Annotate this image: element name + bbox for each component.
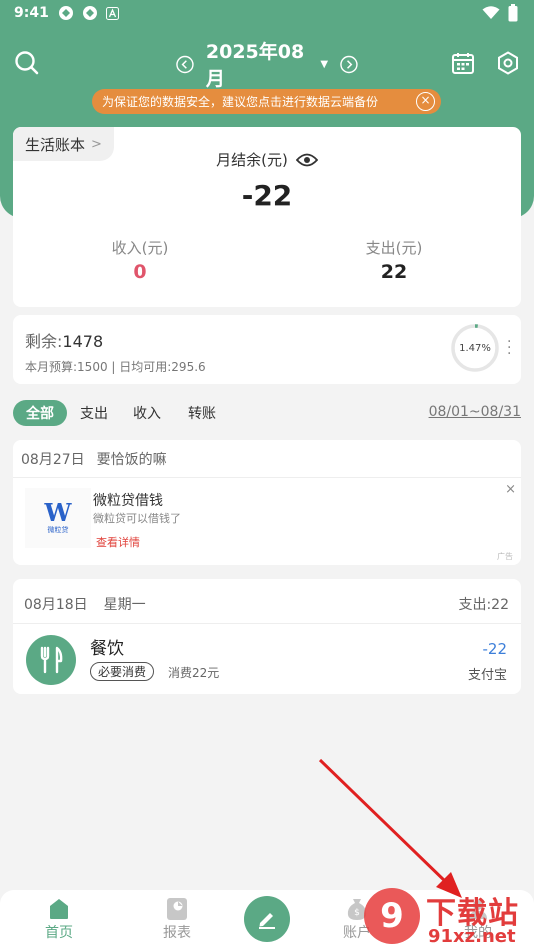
tab-income[interactable]: 收入 xyxy=(128,400,166,426)
remaining-value: 1478 xyxy=(62,332,104,351)
balance-value: -22 xyxy=(241,179,293,212)
watermark-url: 91xz.net xyxy=(428,926,516,947)
ad-card[interactable]: 08月27日 要恰饭的嘛 W 微粒贷 微粒贷借钱 微粒贷可以借钱了 查看详情 ×… xyxy=(13,440,521,565)
current-month[interactable]: 2025年08月 xyxy=(206,37,317,91)
transaction-account: 支付宝 xyxy=(467,668,507,683)
dining-icon xyxy=(26,635,76,685)
remaining-label: 剩余: xyxy=(25,332,63,351)
pencil-icon xyxy=(259,913,275,929)
income-value: 0 xyxy=(133,261,147,283)
wifi-icon xyxy=(482,6,500,19)
tab-all[interactable]: 全部 xyxy=(13,400,67,426)
nav-reports[interactable]: 报表 xyxy=(137,896,217,942)
report-icon xyxy=(164,896,190,922)
next-month-icon[interactable] xyxy=(340,55,358,74)
status-bar: 9:41 xyxy=(0,0,534,28)
date-range-selector[interactable]: 08/01~08/31 xyxy=(429,404,521,420)
ad-close-icon[interactable]: × xyxy=(505,482,516,497)
watermark-logo: 9 xyxy=(364,888,420,944)
font-notification-icon xyxy=(106,6,119,20)
settings-button[interactable] xyxy=(493,48,523,78)
transaction-amount: -22 xyxy=(482,640,508,658)
budget-card[interactable]: 剩余:1478 本月预算:1500 | 日均可用:295.6 1.47% · · · xyxy=(13,315,521,384)
more-options-icon[interactable]: · · · xyxy=(507,335,511,361)
app-notification-icon xyxy=(59,6,73,20)
income-label: 收入(元) xyxy=(111,239,169,257)
transaction-day-total: 支出:22 xyxy=(458,597,509,613)
calendar-icon xyxy=(452,53,474,74)
ad-details-link[interactable]: 查看详情 xyxy=(96,534,140,550)
transaction-category: 餐饮 xyxy=(90,639,124,659)
add-record-button[interactable] xyxy=(244,896,290,942)
transaction-date-row: 08月18日 星期一 xyxy=(24,594,146,614)
balance-label: 月结余(元) xyxy=(216,151,288,169)
transaction-group: 08月18日 星期一 支出:22 餐饮 必要消费 消费22元 -22 支付宝 xyxy=(13,579,521,694)
ad-date-row: 08月27日 要恰饭的嘛 xyxy=(21,449,167,469)
settings-icon xyxy=(498,51,518,75)
notice-close-icon[interactable]: × xyxy=(416,92,435,111)
balance-label-row: 月结余(元) xyxy=(13,149,521,170)
divider xyxy=(13,623,521,624)
battery-icon xyxy=(508,4,518,22)
ad-logo-sub: 微粒贷 xyxy=(47,526,69,534)
transaction-note: 消费22元 xyxy=(168,666,220,680)
month-selector: 2025年08月 ▼ xyxy=(176,41,358,90)
prev-month-icon[interactable] xyxy=(176,55,194,74)
budget-percent: 1.47% xyxy=(459,342,491,354)
nav-home-label: 首页 xyxy=(45,925,73,941)
nav-home[interactable]: 首页 xyxy=(19,896,99,942)
calendar-button[interactable] xyxy=(448,48,478,78)
expense-label: 支出(元) xyxy=(365,239,423,257)
transaction-weekday: 星期一 xyxy=(103,597,146,613)
budget-detail: 本月预算:1500 | 日均可用:295.6 xyxy=(25,360,206,374)
status-time: 9:41 xyxy=(14,5,49,21)
summary-card: 生活账本 > 月结余(元) -22 收入(元) 0 支出(元) 22 xyxy=(13,127,521,307)
ad-logo: W 微粒贷 xyxy=(25,488,91,548)
ad-description: 微粒贷可以借钱了 xyxy=(93,512,181,525)
transaction-tag: 必要消费 xyxy=(90,662,155,681)
backup-notice[interactable]: 为保证您的数据安全，建议您点击进行数据云端备份 × xyxy=(92,89,441,114)
app-notification-icon xyxy=(83,6,97,20)
divider xyxy=(13,477,521,478)
backup-notice-text: 为保证您的数据安全，建议您点击进行数据云端备份 xyxy=(102,95,379,109)
home-icon xyxy=(46,896,72,922)
ad-date-note: 要恰饭的嘛 xyxy=(96,452,167,468)
status-notifications xyxy=(58,5,119,21)
tab-expense[interactable]: 支出 xyxy=(75,400,113,426)
expense-value: 22 xyxy=(380,261,408,283)
tab-transfer[interactable]: 转账 xyxy=(183,400,221,426)
svg-text:$: $ xyxy=(354,908,360,918)
status-system-icons xyxy=(482,4,518,22)
nav-reports-label: 报表 xyxy=(163,925,191,941)
transaction-date: 08月18日 xyxy=(24,597,88,613)
filter-row: 全部 支出 收入 转账 08/01~08/31 xyxy=(13,400,521,427)
site-watermark: 9 下载站 91xz.net xyxy=(364,886,530,948)
month-dropdown-icon[interactable]: ▼ xyxy=(320,59,328,70)
ad-badge: 广告 xyxy=(497,552,513,561)
budget-remaining: 剩余:1478 xyxy=(25,328,103,352)
ad-date: 08月27日 xyxy=(21,452,85,468)
eye-icon[interactable] xyxy=(295,152,318,168)
ad-logo-letter: W xyxy=(44,498,72,527)
top-bar: 2025年08月 ▼ xyxy=(0,41,534,90)
ad-title: 微粒贷借钱 xyxy=(93,493,163,509)
search-button[interactable] xyxy=(12,48,42,78)
search-icon xyxy=(15,51,39,75)
